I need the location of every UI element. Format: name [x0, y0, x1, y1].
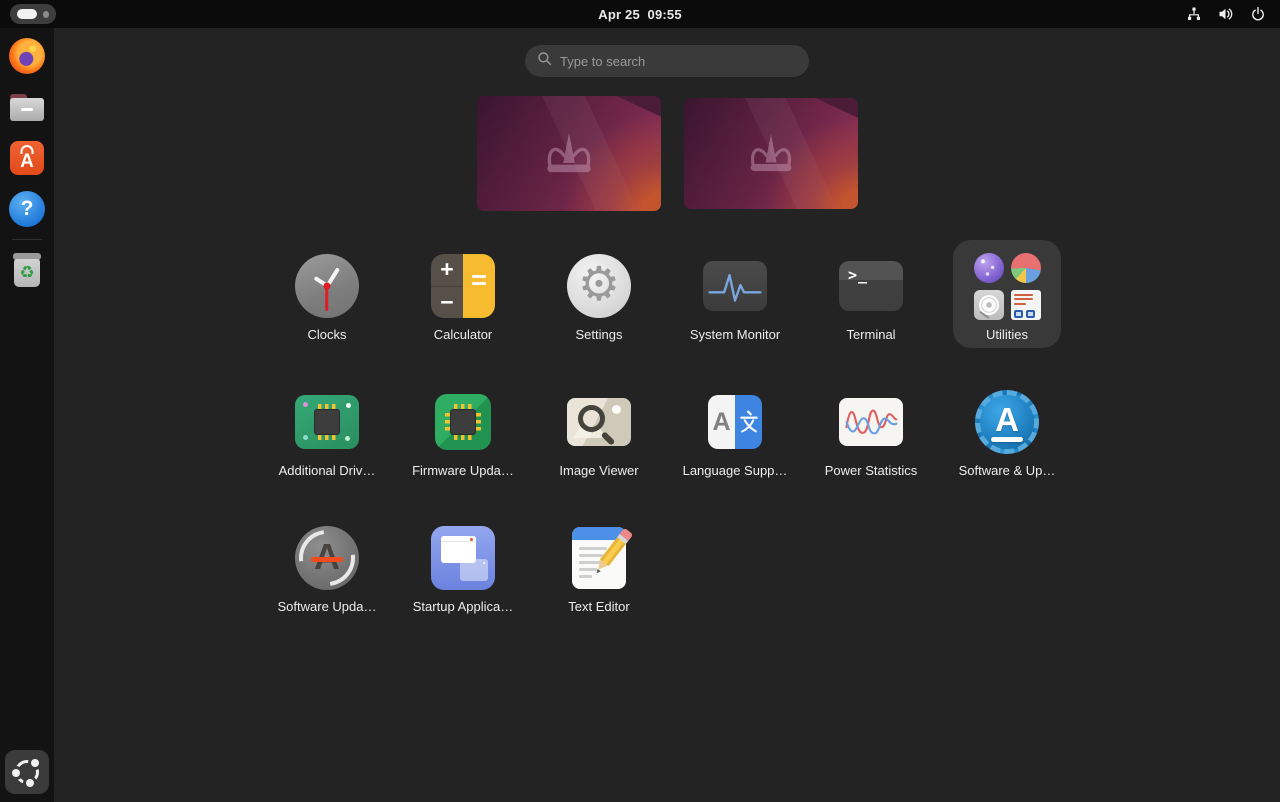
workspace-thumbnail-1[interactable] — [477, 96, 661, 211]
app-clocks[interactable]: Clocks — [259, 240, 395, 376]
disk-usage-pie-icon — [1011, 253, 1041, 283]
utilities-folder-icon — [974, 253, 1041, 320]
show-apps-button[interactable] — [5, 750, 49, 794]
activities-workspace-indicator[interactable] — [10, 4, 56, 24]
startup-applications-icon — [431, 526, 495, 590]
app-power-statistics[interactable]: Power Statistics — [803, 376, 939, 512]
ubuntu-logo-icon — [13, 758, 41, 786]
crown-wallpaper-emblem — [527, 128, 611, 178]
app-language-support[interactable]: A Language Supp… — [667, 376, 803, 512]
additional-drivers-icon — [295, 395, 359, 449]
dock-item-app-center[interactable]: A — [8, 139, 46, 177]
image-viewer-icon — [567, 398, 631, 446]
trash-icon: ♻ — [12, 253, 42, 287]
network-icon[interactable] — [1186, 6, 1202, 22]
settings-gear-icon: ⚙ — [567, 254, 631, 318]
dock-item-trash[interactable]: ♻ — [8, 251, 46, 289]
app-label: Clocks — [307, 327, 346, 342]
text-editor-icon — [572, 527, 626, 589]
folder-label: Utilities — [986, 327, 1028, 342]
workspace-thumbnail-2[interactable] — [684, 98, 858, 209]
app-firmware-updater[interactable]: Firmware Upda… — [395, 376, 531, 512]
clock-date-button[interactable]: Apr 25 09:55 — [598, 7, 682, 22]
active-workspace-pill — [17, 9, 37, 19]
app-terminal[interactable]: >_ Terminal — [803, 240, 939, 376]
terminal-icon: >_ — [839, 261, 903, 311]
app-software-and-updates[interactable]: A Software & Up… — [939, 376, 1075, 512]
search-input[interactable] — [560, 54, 797, 69]
app-additional-drivers[interactable]: Additional Driv… — [259, 376, 395, 512]
app-label: Image Viewer — [559, 463, 638, 478]
app-label: Language Supp… — [683, 463, 788, 478]
volume-icon[interactable] — [1218, 6, 1234, 22]
firefox-icon — [9, 38, 45, 74]
app-label: Startup Applica… — [413, 599, 513, 614]
power-statistics-icon — [839, 398, 903, 446]
app-startup-applications[interactable]: Startup Applica… — [395, 512, 531, 648]
activities-overview: Clocks + − = Calculator ⚙ Settings — [54, 28, 1280, 802]
app-grid: Clocks + − = Calculator ⚙ Settings — [54, 240, 1280, 648]
language-support-icon: A — [708, 395, 762, 449]
document-viewer-icon — [1011, 290, 1041, 320]
software-updater-icon: A — [295, 526, 359, 590]
firmware-updater-icon — [435, 394, 491, 450]
app-label: Terminal — [846, 327, 895, 342]
search-icon — [537, 51, 552, 71]
app-label: Power Statistics — [825, 463, 917, 478]
top-bar: Apr 25 09:55 — [0, 0, 1280, 28]
app-label: Firmware Upda… — [412, 463, 514, 478]
search-bar[interactable] — [525, 45, 809, 77]
dock-separator — [12, 239, 42, 240]
workspace-thumbnails — [54, 96, 1280, 211]
dash-dock: A ? ♻ — [0, 28, 54, 802]
help-icon: ? — [9, 191, 45, 227]
inactive-workspace-dot — [43, 11, 49, 18]
app-label: Settings — [576, 327, 623, 342]
system-monitor-icon — [703, 261, 767, 311]
power-icon[interactable] — [1250, 6, 1266, 22]
app-system-monitor[interactable]: System Monitor — [667, 240, 803, 376]
files-icon — [10, 94, 44, 121]
app-label: System Monitor — [690, 327, 780, 342]
app-software-updater[interactable]: A Software Upda… — [259, 512, 395, 648]
clocks-icon — [295, 254, 359, 318]
app-settings[interactable]: ⚙ Settings — [531, 240, 667, 376]
app-text-editor[interactable]: Text Editor — [531, 512, 667, 648]
dock-item-help[interactable]: ? — [8, 190, 46, 228]
app-label: Software Upda… — [278, 599, 377, 614]
dock-item-firefox[interactable] — [8, 37, 46, 75]
app-folder-utilities[interactable]: Utilities — [939, 240, 1075, 376]
app-image-viewer[interactable]: Image Viewer — [531, 376, 667, 512]
calculator-icon: + − = — [431, 254, 495, 318]
dock-item-files[interactable] — [8, 88, 46, 126]
app-label: Software & Up… — [959, 463, 1056, 478]
crown-wallpaper-emblem — [731, 129, 811, 176]
boxes-sphere-icon — [974, 253, 1004, 283]
app-label: Text Editor — [568, 599, 629, 614]
app-calculator[interactable]: + − = Calculator — [395, 240, 531, 376]
software-and-updates-icon: A — [975, 390, 1039, 454]
system-status-area[interactable] — [1186, 6, 1270, 22]
app-label: Calculator — [434, 327, 493, 342]
app-label: Additional Driv… — [279, 463, 376, 478]
disks-icon — [974, 290, 1004, 320]
app-center-icon: A — [10, 141, 44, 175]
